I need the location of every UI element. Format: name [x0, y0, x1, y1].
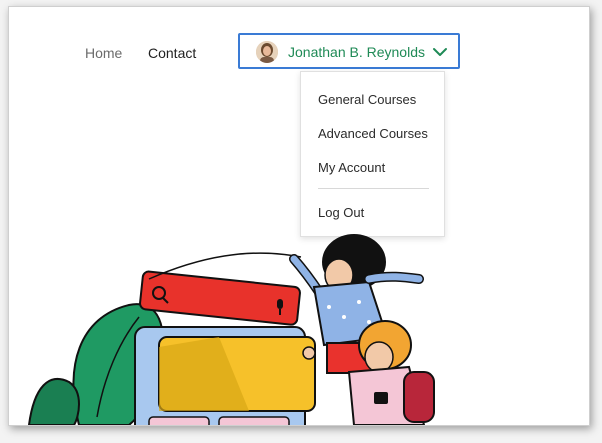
user-name: Jonathan B. Reynolds [288, 44, 425, 60]
menu-item-general-courses[interactable]: General Courses [318, 92, 416, 107]
hero-illustration [27, 234, 435, 425]
search-bar-graphic [139, 270, 301, 326]
menu-item-advanced-courses[interactable]: Advanced Courses [318, 126, 428, 141]
user-menu-button[interactable]: Jonathan B. Reynolds [238, 33, 460, 69]
browser-window: Home Contact Jonathan B. Reynolds Genera… [8, 6, 590, 426]
nav-contact-link[interactable]: Contact [148, 45, 196, 61]
avatar [256, 41, 278, 63]
chevron-down-icon [433, 48, 447, 56]
nav-home-link[interactable]: Home [85, 45, 122, 61]
